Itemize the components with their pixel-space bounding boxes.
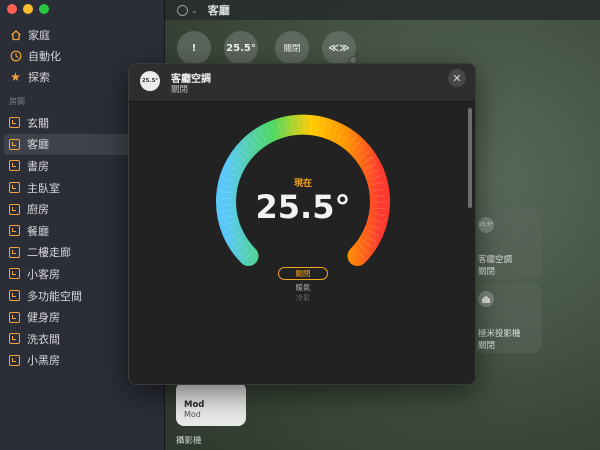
house-icon [478,291,494,307]
room-label: 多功能空間 [27,289,82,303]
room-icon [9,290,20,302]
mode-heat-option[interactable]: 暖氣 [129,282,475,293]
sidebar-item-home[interactable]: 家庭 [0,24,165,45]
thermostat-dialog: 25.5° 客廳空調 關閉 ✕ 現在 25.5° 關閉 暖氣 冷氣 [128,63,476,385]
tile-name: 極米投影機 [478,329,521,339]
ac-accessory-tile[interactable]: 25.5° 客廳空調 關閉 [470,209,542,279]
room-icon [9,268,20,280]
room-label: 客廳 [27,138,49,152]
mode-off-button[interactable]: 關閉 [278,267,328,280]
tile-state: Mod [184,410,201,419]
mode-cool-option[interactable]: 冷氣 [129,293,475,303]
tile-name: 客廳空調 [478,255,513,265]
ac-tile-icon: 25.5° [478,217,494,233]
room-label: 餐廳 [27,224,49,238]
room-icon [9,203,20,215]
room-icon [9,311,20,323]
house-icon [9,28,22,41]
dialog-header: 25.5° 客廳空調 關閉 ✕ [129,64,475,102]
room-icon [9,160,20,172]
close-icon[interactable]: ✕ [448,69,466,87]
room-icon [9,246,20,258]
room-icon [9,225,20,237]
rooms-section-label: 房間 [9,97,25,106]
room-icon [9,117,20,129]
projector-accessory-tile[interactable]: 極米投影機 關閉 [470,283,542,353]
room-icon [9,182,20,194]
room-icon [9,333,20,345]
room-icon [9,354,20,366]
close-window-button[interactable] [7,4,17,14]
current-temperature: 25.5° [255,188,351,226]
room-label: 健身房 [27,311,60,325]
dialog-subtitle: 關閉 [171,85,189,95]
room-icon [9,138,20,150]
tile-state: 關閉 [478,267,496,277]
title-bar: ⌄ 客廳 [165,0,600,20]
page-title: 客廳 [207,4,230,17]
chevron-down-icon[interactable]: ⌄ [191,6,198,15]
room-label: 二樓走廊 [27,246,71,260]
room-label: 洗衣間 [27,332,60,346]
thermostat-icon: 25.5° [140,71,160,91]
sidebar-item-label: 家庭 [28,28,50,42]
sidebar-item-label: 探索 [28,70,50,84]
tile-state: 關閉 [478,341,496,351]
camera-section-label: 攝影機 [176,436,202,446]
window-controls [7,4,49,14]
room-label: 小客房 [27,267,60,281]
room-label: 主臥室 [27,181,60,195]
minimize-window-button[interactable] [23,4,33,14]
light-accessory-tile[interactable]: Mod Mod [176,382,246,426]
sidebar-item-label: 自動化 [28,49,61,63]
climate-status-button[interactable]: 關閉 [275,31,309,65]
room-label: 廚房 [27,203,49,217]
zoom-window-button[interactable] [39,4,49,14]
room-label: 玄關 [27,116,49,130]
home-menu-icon[interactable] [177,4,188,16]
temperature-status-button[interactable]: 25.5° [224,31,258,65]
clock-icon [9,49,22,62]
tile-name: Mod [184,400,205,410]
room-label: 書房 [27,159,49,173]
room-label: 小黑房 [27,354,60,368]
alert-status-button[interactable]: ! [177,31,211,65]
star-icon: ★ [10,69,21,84]
